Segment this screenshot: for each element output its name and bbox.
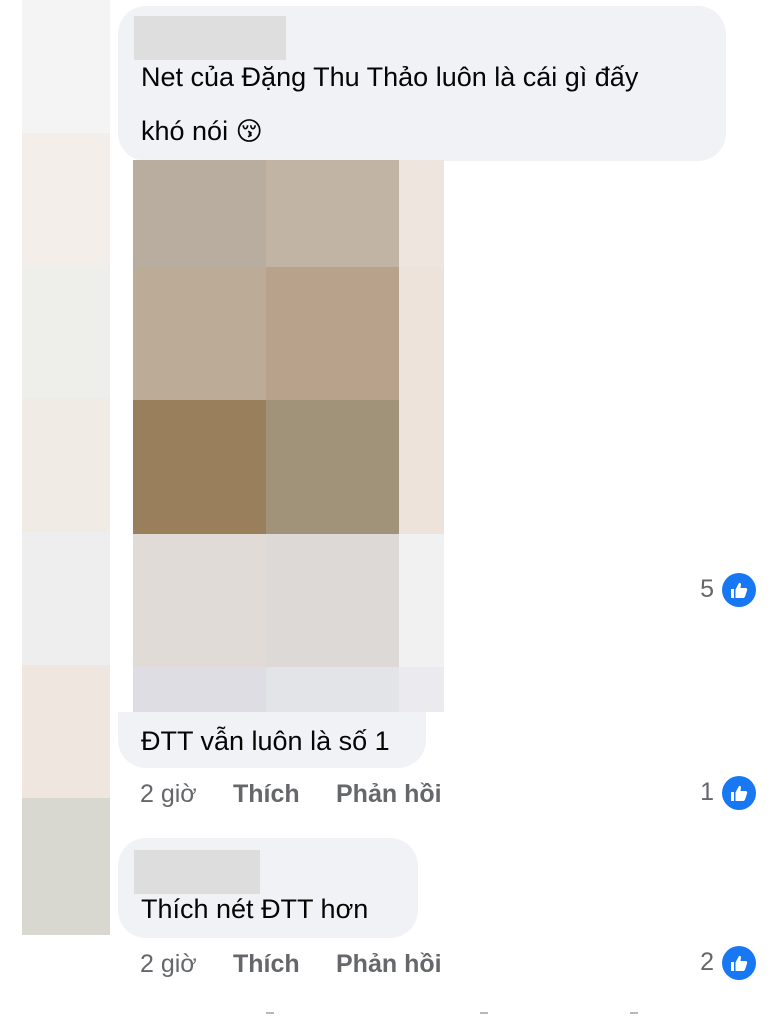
comment-text: Thích nét ĐTT hơn — [141, 894, 369, 924]
attached-image-pixelated[interactable] — [133, 160, 444, 712]
comment-bubble-3: Thích nét ĐTT hơn — [118, 838, 418, 938]
like-button[interactable]: Thích — [233, 950, 300, 979]
comment-text: ĐTT vẫn luôn là số 1 — [141, 726, 390, 756]
comment-line-2: khó nói 😚 — [141, 104, 638, 159]
reply-button[interactable]: Phản hồi — [336, 780, 442, 809]
reaction-count-3[interactable]: 2 — [680, 946, 756, 980]
reaction-count-1[interactable]: 5 — [680, 573, 756, 607]
comment-bubble-2: ĐTT vẫn luôn là số 1 — [118, 712, 426, 768]
cutoff-text-fragment — [630, 1012, 638, 1014]
comment-actions-2: 2 giờ Thích Phản hồi — [140, 780, 470, 810]
reaction-count-number: 2 — [700, 948, 714, 976]
blurred-side-image — [22, 0, 110, 935]
cutoff-text-fragment — [266, 1012, 274, 1014]
comment-timestamp[interactable]: 2 giờ — [140, 950, 197, 979]
comment-timestamp[interactable]: 2 giờ — [140, 780, 197, 809]
reply-button[interactable]: Phản hồi — [336, 950, 442, 979]
cutoff-text-fragment — [480, 1012, 488, 1014]
like-thumbs-up-icon — [722, 946, 756, 980]
comment-actions-3: 2 giờ Thích Phản hồi — [140, 950, 470, 980]
kissing-face-emoji-icon: 😚 — [235, 117, 263, 147]
reaction-count-2[interactable]: 1 — [680, 776, 756, 810]
comment-line-1: Net của Đặng Thu Thảo luôn là cái gì đấy — [141, 62, 639, 92]
comment-line-2-text: khó nói — [141, 116, 229, 146]
reaction-count-number: 5 — [700, 575, 714, 603]
like-thumbs-up-icon — [722, 573, 756, 607]
like-thumbs-up-icon — [722, 776, 756, 810]
comment-bubble-1: Net của Đặng Thu Thảo luôn là cái gì đấy… — [118, 6, 726, 161]
reaction-count-number: 1 — [700, 778, 714, 806]
like-button[interactable]: Thích — [233, 780, 300, 809]
comment-text: Net của Đặng Thu Thảo luôn là cái gì đấy… — [141, 50, 638, 159]
